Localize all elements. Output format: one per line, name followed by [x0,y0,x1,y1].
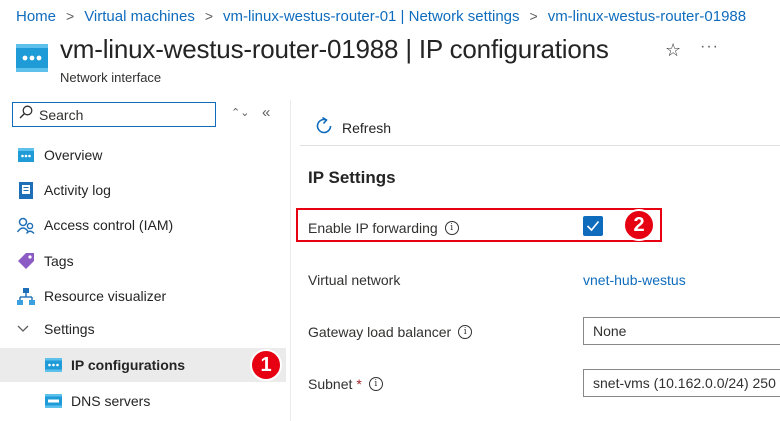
subnet-label: Subnet * i [308,376,383,392]
sidebar-group-settings[interactable]: Settings [0,312,286,346]
ip-forwarding-checkbox[interactable] [583,216,603,236]
sidebar-item-ip-configurations[interactable]: IP configurations [0,348,286,382]
sidebar-item-label: DNS servers [71,393,151,409]
breadcrumb-separator: > [204,8,214,24]
activity-log-icon [17,181,35,199]
sidebar-item-tags[interactable]: Tags [0,244,286,278]
overview-icon [17,146,35,164]
breadcrumb-network-settings[interactable]: vm-linux-westus-router-01 | Network sett… [223,8,519,25]
sidebar-item-label: Tags [44,253,74,269]
gateway-lb-label: Gateway load balancer i [308,324,473,340]
search-input[interactable] [33,106,209,123]
info-icon[interactable]: i [444,221,459,235]
checkmark-icon [586,220,600,232]
dns-icon [44,392,62,410]
sidebar-item-label: Overview [44,147,103,163]
people-icon [17,216,35,234]
sidebar-group-label: Settings [44,321,95,337]
gateway-lb-label-text: Gateway load balancer [308,324,452,340]
sidebar-item-label: Resource visualizer [44,288,167,304]
sidebar-divider [290,100,291,421]
network-interface-icon [16,44,48,72]
breadcrumb-nic[interactable]: vm-linux-westus-router-01988 [548,8,746,25]
info-icon[interactable]: i [368,377,383,391]
refresh-button[interactable]: Refresh [314,116,391,139]
ip-forwarding-label: Enable IP forwarding i [308,220,459,236]
sort-updown-icon[interactable]: ⌃⌄ [231,106,249,119]
search-icon [19,105,33,124]
sidebar-item-access-control[interactable]: Access control (IAM) [0,208,286,242]
sidebar-item-label: Activity log [44,182,111,198]
sidebar-item-overview[interactable]: Overview [0,138,286,172]
page-subtitle: Network interface [60,70,162,85]
info-icon[interactable]: i [458,325,473,339]
sidebar-item-dns-servers[interactable]: DNS servers [0,384,286,418]
virtual-network-label: Virtual network [308,272,401,288]
ip-forwarding-label-text: Enable IP forwarding [308,220,438,236]
tag-icon [17,252,35,270]
search-box[interactable] [12,102,216,127]
breadcrumb: Home > Virtual machines > vm-linux-westu… [16,6,746,26]
subnet-select[interactable]: snet-vms (10.162.0.0/24) 250 f [583,369,780,397]
star-icon[interactable]: ☆ [665,40,681,61]
collapse-sidebar-icon[interactable]: « [262,104,270,121]
required-mark: * [356,376,362,392]
more-icon[interactable]: ··· [700,38,719,56]
gateway-lb-select[interactable]: None [583,317,780,345]
sidebar-item-label: IP configurations [71,357,186,373]
step-badge-1: 1 [250,349,282,381]
subnet-label-text: Subnet [308,376,353,392]
section-title: IP Settings [308,168,396,187]
breadcrumb-home[interactable]: Home [16,8,56,25]
sidebar-item-label: Access control (IAM) [44,217,174,233]
refresh-label: Refresh [342,119,392,136]
step-badge-2: 2 [623,209,655,241]
nic-icon [44,356,62,374]
sidebar-item-activity-log[interactable]: Activity log [0,173,286,207]
breadcrumb-virtual-machines[interactable]: Virtual machines [84,8,195,25]
refresh-icon [314,116,342,139]
page-title: vm-linux-westus-router-01988 | IP config… [60,34,609,64]
sidebar-item-resource-visualizer[interactable]: Resource visualizer [0,279,286,313]
breadcrumb-separator: > [529,8,538,24]
toolbar-divider [300,145,780,146]
virtual-network-link[interactable]: vnet-hub-westus [583,272,686,288]
chevron-down-icon [17,322,31,336]
breadcrumb-separator: > [66,8,75,24]
hierarchy-icon [17,287,35,305]
